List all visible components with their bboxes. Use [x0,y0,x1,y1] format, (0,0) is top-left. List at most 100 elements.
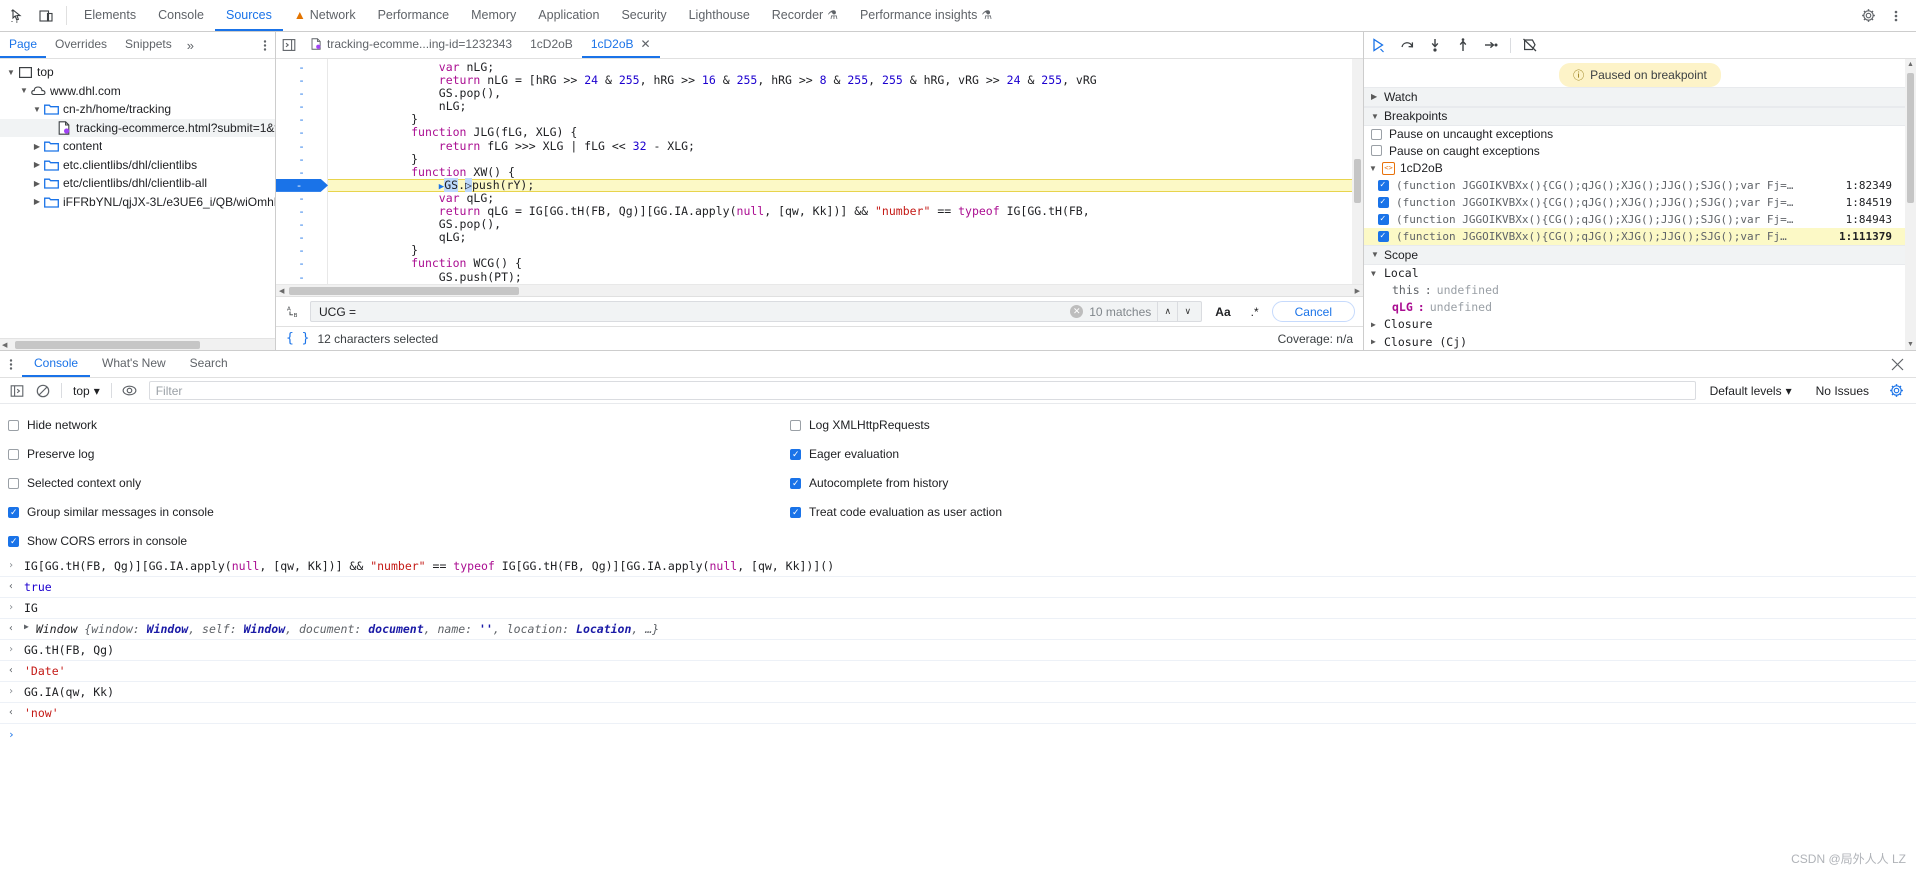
scrollbar-thumb[interactable] [289,286,520,295]
console-prompt-row[interactable]: › [0,724,1916,745]
line-number-breakpoint[interactable]: - [276,178,328,192]
twisty-open-icon[interactable]: ▼ [19,86,29,95]
tab-console[interactable]: Console [147,0,215,31]
twisty-open-icon[interactable]: ▼ [6,68,16,77]
tab-application[interactable]: Application [527,0,610,31]
pause-on-caught-exceptions-row[interactable]: Pause on caught exceptions [1364,143,1916,160]
pretty-print-icon[interactable]: { } [286,331,309,346]
editor-tab-1cd2ob-2[interactable]: 1cD2oB ✕ [581,32,660,58]
setting-hide-network[interactable]: Hide network [8,418,790,432]
step-into-icon[interactable] [1422,32,1448,58]
scope-group-closure-cj[interactable]: ▶ Closure (Cj) [1364,333,1916,350]
tree-item-www-dhl-com[interactable]: ▼ www.dhl.com [0,82,275,101]
tree-item-obfuscated-path[interactable]: ▶ iFFRbYNL/qjJX-3L/e3UE6_i/QB/wiOmhNcDp [0,193,275,212]
replace-toggle-icon[interactable]: A B [284,304,304,319]
breakpoint-row[interactable]: (function JGGOIKVBXx(){CG();qJG();XJG();… [1364,211,1916,228]
tab-performance[interactable]: Performance [367,0,461,31]
editor-tab-1cd2ob-1[interactable]: 1cD2oB [521,32,582,58]
step-over-icon[interactable] [1394,32,1420,58]
tree-item-top[interactable]: ▼ top [0,63,275,82]
more-tabs-chevron-icon[interactable]: » [181,32,200,58]
log-levels-selector[interactable]: Default levels ▾ [1700,384,1802,398]
scrollbar-thumb[interactable] [1907,73,1914,203]
nav-tab-overrides[interactable]: Overrides [46,32,116,58]
tab-security[interactable]: Security [610,0,677,31]
twisty-closed-icon[interactable]: ▶ [32,179,42,188]
checkbox[interactable] [790,419,801,431]
pause-on-uncaught-exceptions-row[interactable]: Pause on uncaught exceptions [1364,126,1916,143]
tree-item-cn-zh-home-tracking[interactable]: ▼ cn-zh/home/tracking [0,100,275,119]
code-vertical-scrollbar[interactable] [1352,59,1363,284]
scope-group-closure[interactable]: ▶ Closure [1364,316,1916,333]
breakpoint-group-header[interactable]: ▼ <> 1cD2oB [1364,159,1916,177]
match-case-button[interactable]: Aa [1208,305,1237,319]
checkbox[interactable] [8,448,19,460]
clear-icon[interactable]: ✕ [1070,305,1084,318]
live-expression-icon[interactable] [119,380,141,402]
scope-property-qlg[interactable]: qLG: undefined [1364,299,1916,316]
tab-sources[interactable]: Sources [214,0,283,31]
code-content[interactable]: var nLG; return nLG = [hRG >> 24 & 255, … [328,59,1363,284]
scope-property-this[interactable]: this: undefined [1364,282,1916,299]
checkbox[interactable] [790,448,801,460]
console-sidebar-icon[interactable] [6,380,28,402]
checkbox[interactable] [8,535,19,547]
more-vertical-icon[interactable] [255,32,275,58]
regex-button[interactable]: .* [1244,305,1266,319]
step-icon[interactable] [1478,32,1504,58]
tree-item-etc-clientlibs-dhl-clientlibs[interactable]: ▶ etc.clientlibs/dhl/clientlibs [0,156,275,175]
find-input[interactable] [317,303,1071,320]
setting-show-cors-errors[interactable]: Show CORS errors in console [8,534,790,548]
code-editor[interactable]: - - - - - - - - - - - - - - - - - var nL… [276,59,1363,284]
checkbox[interactable] [1378,196,1389,208]
tab-network[interactable]: ▲ Network [283,0,367,31]
drawer-tab-search[interactable]: Search [178,351,240,377]
setting-group-similar-messages[interactable]: Group similar messages in console [8,505,790,519]
checkbox[interactable] [790,506,801,518]
execution-context-selector[interactable]: top ▾ [69,384,104,398]
checkbox[interactable] [1378,179,1389,191]
chevron-right-icon[interactable]: ▶ [1371,320,1379,329]
nav-tab-snippets[interactable]: Snippets [116,32,181,58]
scroll-left-arrow-icon[interactable]: ◀ [276,287,287,295]
step-out-icon[interactable] [1450,32,1476,58]
debugger-vertical-scrollbar[interactable]: ▲ ▼ [1905,59,1916,350]
find-next-button[interactable]: ∨ [1177,301,1197,322]
breakpoint-row-active[interactable]: (function JGGOIKVBXx(){CG();qJG();XJG();… [1364,228,1916,246]
checkbox[interactable] [1378,231,1389,243]
chevron-down-icon[interactable]: ▼ [1369,164,1377,173]
setting-preserve-log[interactable]: Preserve log [8,447,790,461]
setting-autocomplete-from-history[interactable]: Autocomplete from history [790,476,1002,490]
breakpoint-row[interactable]: (function JGGOIKVBXx(){CG();qJG();XJG();… [1364,177,1916,194]
checkbox[interactable] [790,477,801,489]
gear-icon[interactable] [1854,8,1882,23]
checkbox[interactable] [8,506,19,518]
checkbox[interactable] [8,477,19,489]
setting-eager-evaluation[interactable]: Eager evaluation [790,447,1002,461]
setting-log-xmlhttprequests[interactable]: Log XMLHttpRequests [790,418,1002,432]
twisty-closed-icon[interactable]: ▶ [32,160,42,169]
close-icon[interactable]: ✕ [641,37,651,51]
deactivate-breakpoints-icon[interactable] [1517,32,1543,58]
console-messages[interactable]: › IG[GG.tH(FB, Qg)][GG.IA.apply(null, [q… [0,556,1916,873]
console-output-text[interactable]: Window {window: Window, self: Window, do… [36,622,659,636]
console-filter-input[interactable] [148,381,1696,400]
scroll-left-arrow-icon[interactable]: ◀ [0,341,9,349]
gear-icon[interactable] [1883,383,1910,398]
resume-icon[interactable] [1366,32,1392,58]
navigator-horizontal-scrollbar[interactable]: ◀ [0,338,275,350]
tree-item-etc-clientlibs-dhl-clientlib-all[interactable]: ▶ etc/clientlibs/dhl/clientlib-all [0,174,275,193]
breakpoint-row[interactable]: (function JGGOIKVBXx(){CG();qJG();XJG();… [1364,194,1916,211]
tab-elements[interactable]: Elements [73,0,147,31]
close-icon[interactable] [1879,351,1916,377]
find-input-wrapper[interactable]: ✕ 10 matches ∧ ∨ [310,301,1203,322]
checkbox[interactable] [1378,214,1389,225]
inspect-cursor-icon[interactable] [4,0,32,31]
scroll-up-arrow-icon[interactable]: ▲ [1907,61,1914,68]
tab-memory[interactable]: Memory [460,0,527,31]
checkbox[interactable] [1371,145,1382,157]
twisty-open-icon[interactable]: ▼ [32,105,42,114]
tab-lighthouse[interactable]: Lighthouse [678,0,761,31]
scrollbar-thumb[interactable] [15,340,201,349]
setting-treat-code-evaluation-as-user-action[interactable]: Treat code evaluation as user action [790,505,1002,519]
